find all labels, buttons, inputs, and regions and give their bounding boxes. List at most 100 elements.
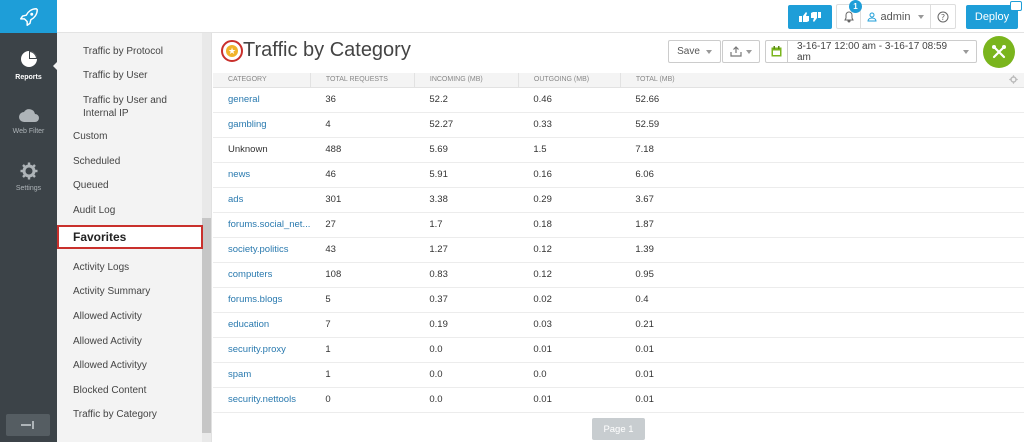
category-link[interactable]: forums.social_net... [213, 212, 311, 238]
date-range-picker[interactable]: 3-16-17 12:00 am - 3-16-17 08:59 am [765, 40, 977, 63]
menu-item-allowed-activity-2[interactable]: Allowed Activity [73, 335, 142, 348]
menu-item-custom[interactable]: Custom [73, 130, 107, 143]
table-row: security.proxy 1 0.0 0.01 0.01 [213, 337, 1024, 363]
category-link[interactable]: spam [213, 362, 311, 388]
cell-outgoing: 0.18 [518, 212, 621, 238]
left-rail: Reports Web Filter Settings [0, 33, 58, 442]
menu-item-allowed-activity[interactable]: Allowed Activity [73, 310, 142, 323]
cell-outgoing: 0.29 [518, 187, 621, 213]
notifications-button[interactable]: 1 [837, 0, 862, 28]
cell-outgoing: 0.16 [518, 162, 621, 188]
deploy-list-icon [1010, 0, 1022, 11]
category-link[interactable]: society.politics [213, 237, 311, 263]
cell-outgoing: 0.01 [518, 387, 621, 413]
cell-total: 6.06 [620, 162, 1024, 188]
deploy-label: Deploy [974, 10, 1010, 23]
feedback-thumbs-button[interactable] [788, 4, 832, 29]
category-link[interactable]: general [213, 87, 311, 113]
cell-incoming: 0.37 [414, 287, 519, 313]
cell-outgoing: 0.46 [518, 87, 621, 113]
cell-total-requests: 36 [310, 87, 415, 113]
category-link[interactable]: computers [213, 262, 311, 288]
cell-incoming: 5.91 [414, 162, 519, 188]
table-row: computers 108 0.83 0.12 0.95 [213, 262, 1024, 288]
main-content: ★ Traffic by Category Save 3-16-17 12:00… [213, 33, 1024, 442]
cell-incoming: 1.7 [414, 212, 519, 238]
category-link[interactable]: education [213, 312, 311, 338]
menu-item-traffic-by-protocol[interactable]: Traffic by Protocol [83, 45, 203, 58]
column-header-outgoing[interactable]: OUTGOING (MB) [518, 73, 621, 88]
category-link[interactable]: security.nettools [213, 387, 311, 413]
user-toolbar: 1 admin ? [836, 0, 956, 29]
cell-incoming: 3.38 [414, 187, 519, 213]
collapse-rail-button[interactable] [6, 414, 50, 436]
column-header-category[interactable]: CATEGORY [213, 73, 311, 88]
table-row: ads 301 3.38 0.29 3.67 [213, 187, 1024, 213]
date-range-text: 3-16-17 12:00 am - 3-16-17 08:59 am [797, 40, 948, 63]
cell-outgoing: 0.03 [518, 312, 621, 338]
cell-total-requests: 43 [310, 237, 415, 263]
cell-total-requests: 27 [310, 212, 415, 238]
cell-incoming: 0.83 [414, 262, 519, 288]
table-row: news 46 5.91 0.16 6.06 [213, 162, 1024, 188]
category-link[interactable]: news [213, 162, 311, 188]
table-row: security.nettools 0 0.0 0.01 0.01 [213, 387, 1024, 413]
favorite-star-button[interactable]: ★ [221, 40, 243, 62]
menu-item-queued[interactable]: Queued [73, 179, 109, 192]
menu-item-traffic-by-category[interactable]: Traffic by Category [73, 408, 157, 421]
calendar-icon [766, 41, 788, 62]
cell-total-requests: 1 [310, 362, 415, 388]
rail-item-web-filter[interactable]: Web Filter [0, 93, 57, 149]
menu-item-activity-logs[interactable]: Activity Logs [73, 261, 129, 274]
cell-total-requests: 488 [310, 137, 415, 163]
export-button[interactable] [722, 40, 760, 63]
category-link[interactable]: security.proxy [213, 337, 311, 363]
menu-item-activity-summary[interactable]: Activity Summary [73, 285, 150, 298]
menu-item-audit-log[interactable]: Audit Log [73, 204, 115, 217]
chevron-down-icon [705, 49, 712, 54]
rail-label-web-filter: Web Filter [12, 128, 45, 135]
menu-item-blocked-content[interactable]: Blocked Content [73, 384, 146, 397]
cell-outgoing: 0.33 [518, 112, 621, 138]
column-header-total-requests[interactable]: TOTAL REQUESTS [310, 73, 415, 88]
page-title: Traffic by Category [243, 39, 411, 61]
pagination-page-1[interactable]: Page 1 [592, 418, 645, 440]
side-menu-scrollbar[interactable] [202, 218, 211, 433]
save-button[interactable]: Save [668, 40, 721, 63]
menu-item-scheduled[interactable]: Scheduled [73, 155, 120, 168]
cell-total: 0.01 [620, 337, 1024, 363]
table-row: forums.blogs 5 0.37 0.02 0.4 [213, 287, 1024, 313]
cell-total-requests: 5 [310, 287, 415, 313]
column-header-incoming[interactable]: INCOMING (MB) [414, 73, 519, 88]
cell-outgoing: 1.5 [518, 137, 621, 163]
tools-icon [992, 45, 1006, 59]
cell-incoming: 0.0 [414, 387, 519, 413]
collapse-arrow-icon [21, 421, 34, 429]
cell-total-requests: 108 [310, 262, 415, 288]
column-header-total[interactable]: TOTAL (MB) [620, 73, 1024, 88]
rail-item-reports[interactable]: Reports [0, 37, 58, 93]
user-icon [867, 12, 877, 21]
admin-menu-button[interactable]: admin [861, 5, 931, 28]
cell-total: 52.66 [620, 87, 1024, 113]
cell-total: 0.01 [620, 387, 1024, 413]
menu-item-traffic-by-user-internal-ip[interactable]: Traffic by User and Internal IP [83, 94, 203, 120]
deploy-button[interactable]: Deploy [966, 0, 1022, 29]
help-button[interactable]: ? [931, 5, 955, 28]
cell-total: 0.95 [620, 262, 1024, 288]
category-link[interactable]: gambling [213, 112, 311, 138]
menu-item-favorites[interactable]: Favorites [57, 225, 203, 249]
cell-outgoing: 0.12 [518, 262, 621, 288]
menu-item-traffic-by-user[interactable]: Traffic by User [83, 69, 203, 82]
cell-outgoing: 0.12 [518, 237, 621, 263]
category-link[interactable]: forums.blogs [213, 287, 311, 313]
cell-total-requests: 7 [310, 312, 415, 338]
menu-item-allowed-activityy[interactable]: Allowed Activityy [73, 359, 147, 372]
tools-button[interactable] [983, 36, 1015, 68]
chevron-down-icon [918, 14, 925, 19]
category-link[interactable]: ads [213, 187, 311, 213]
rocket-logo-icon[interactable] [0, 0, 57, 33]
rail-item-settings[interactable]: Settings [0, 149, 57, 205]
cell-incoming: 0.0 [414, 362, 519, 388]
column-settings-gear-icon[interactable] [1009, 75, 1018, 87]
